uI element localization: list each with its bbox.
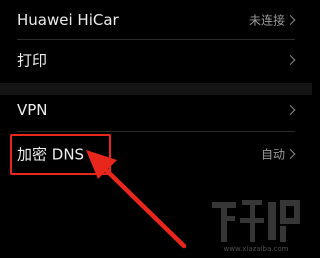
highlight-box <box>10 134 111 175</box>
settings-row-huawei-hicar[interactable]: Huawei HiCar 未连接 <box>0 0 312 40</box>
settings-row-vpn[interactable]: VPN <box>0 90 312 130</box>
row-value: 未连接 <box>248 13 285 28</box>
row-label: Huawei HiCar <box>17 11 119 29</box>
svg-text:www.xiazaiba.com: www.xiazaiba.com <box>224 245 289 253</box>
settings-row-print[interactable]: 打印 <box>0 40 312 80</box>
watermark-logo: www.xiazaiba.com <box>212 200 300 253</box>
row-label: VPN <box>17 101 48 119</box>
chevron-right-icon <box>285 149 296 159</box>
chevron-right-icon <box>285 15 296 25</box>
chevron-right-icon <box>285 55 296 65</box>
row-value: 自动 <box>260 147 285 162</box>
chevron-right-icon <box>285 105 296 115</box>
row-divider <box>17 131 295 132</box>
row-label: 打印 <box>17 51 48 70</box>
